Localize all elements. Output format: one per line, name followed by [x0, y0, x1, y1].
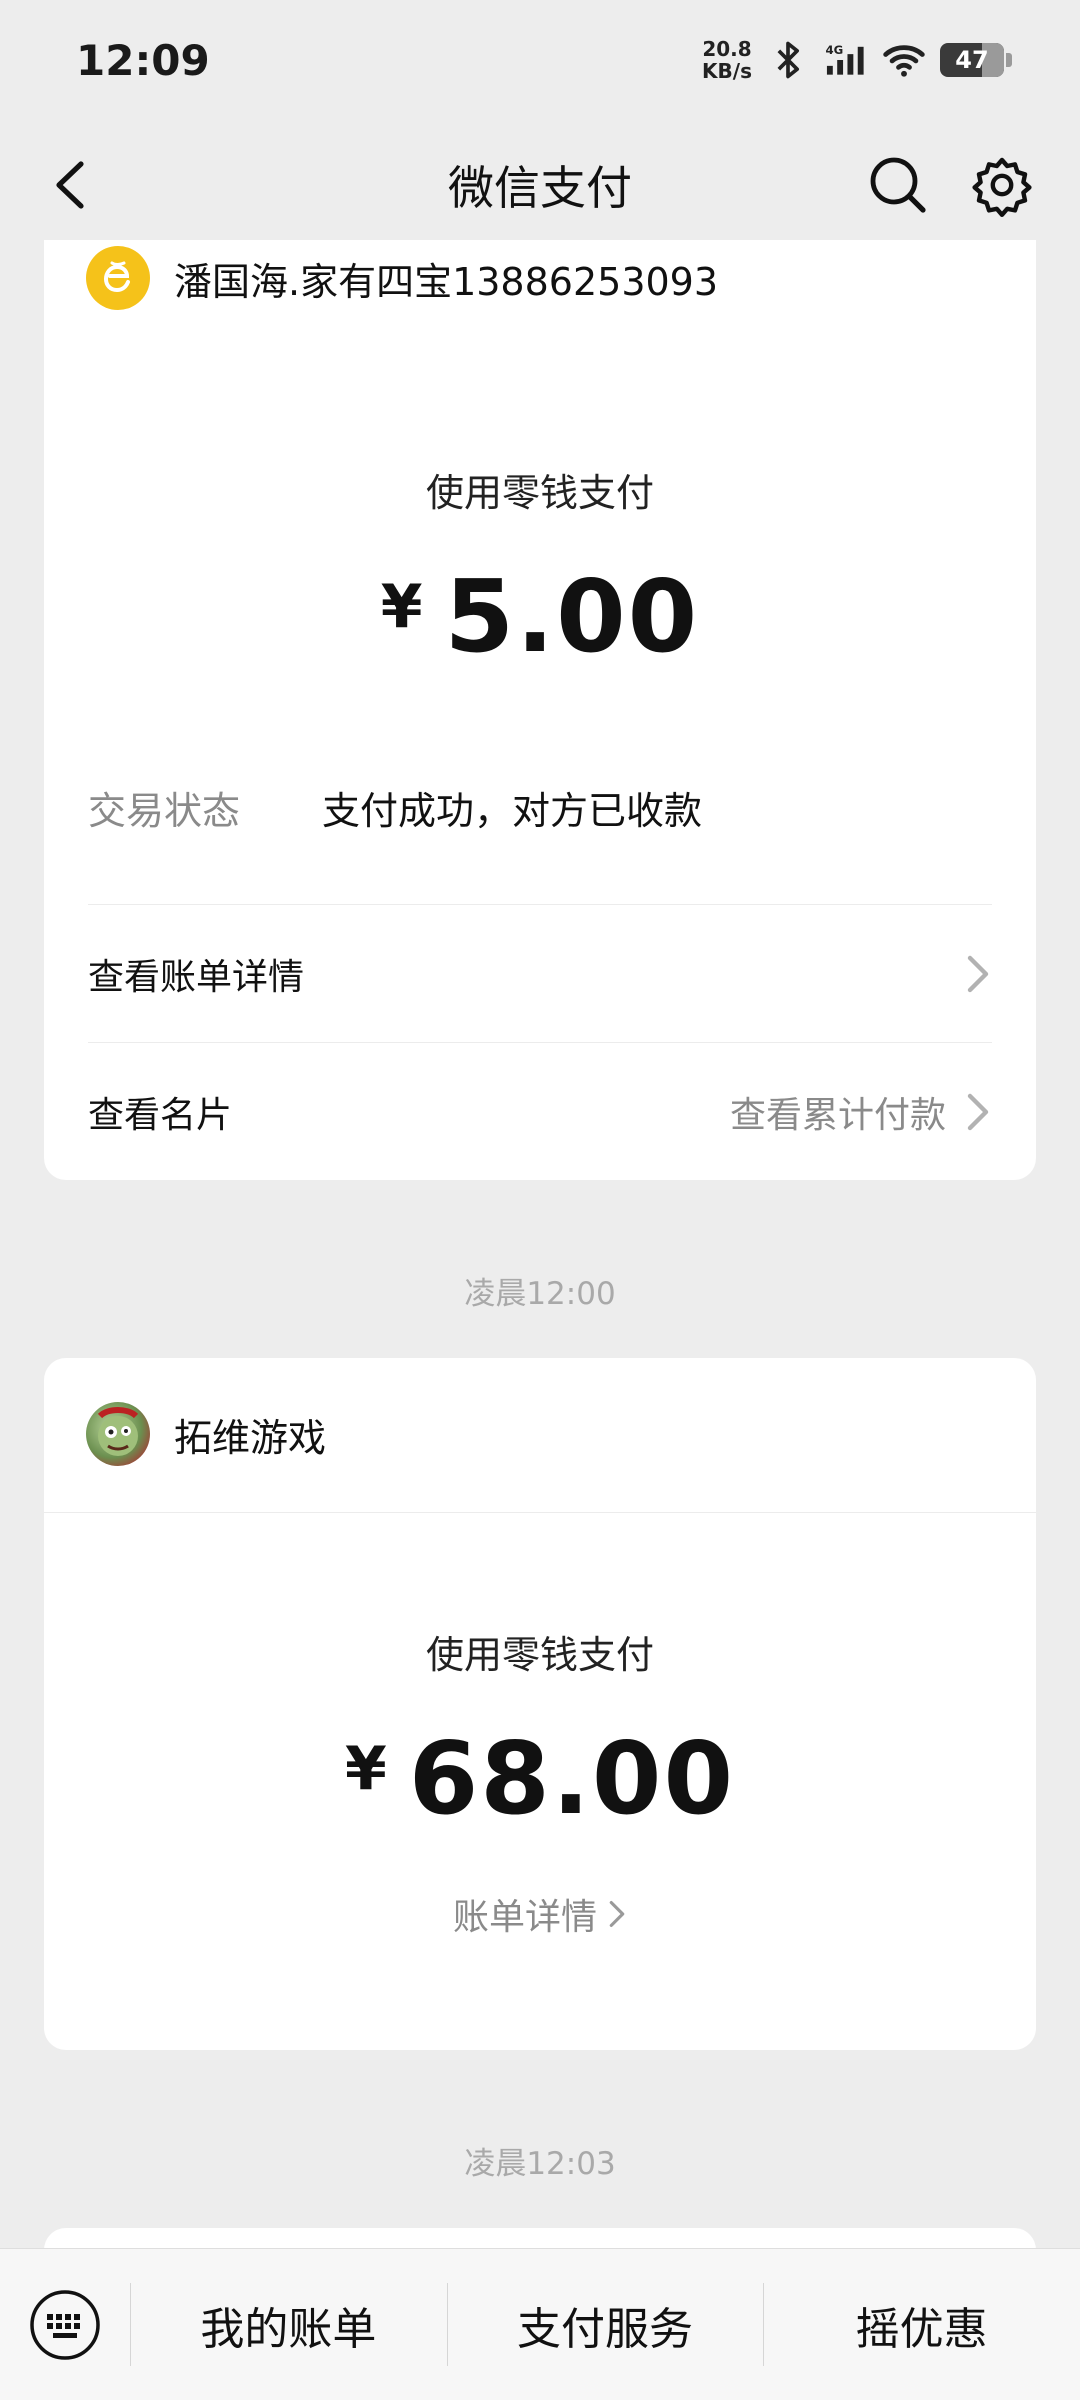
merchant-header[interactable]: 拓维游戏 — [86, 1402, 326, 1466]
merchant-header[interactable]: 潘国海.家有四宝13886253093 — [86, 246, 718, 310]
page-title: 微信支付 — [448, 161, 632, 215]
row-label: 查看账单详情 — [88, 956, 305, 998]
payment-method: 使用零钱支付 — [425, 471, 654, 515]
divider — [44, 1512, 1036, 1513]
currency-symbol: ¥ — [380, 572, 423, 642]
network-speed-value: 20.8 — [702, 37, 752, 61]
row-right-text: 查看累计付款 — [729, 1094, 946, 1136]
merchant-avatar — [86, 1402, 150, 1466]
currency-symbol: ¥ — [344, 1734, 387, 1804]
status-icons: 20.8 KB/s 4G 47 — [702, 38, 1012, 82]
keyboard-icon — [30, 2289, 100, 2360]
back-arrow-icon — [56, 161, 84, 209]
payment-amount: ¥ 5.00 — [44, 562, 1036, 672]
nav-bar: 微信支付 — [0, 120, 1080, 250]
amount-value: 5.00 — [444, 558, 700, 675]
row-right — [946, 954, 992, 994]
status-value: 支付成功，对方已收款 — [322, 789, 703, 833]
transaction-card: 潘国海.家有四宝13886253093 使用零钱支付 ¥ 5.00 交易状态 支… — [44, 240, 1036, 1180]
merchant-logo-icon — [86, 246, 150, 310]
timestamp: 凌晨12:00 — [464, 1276, 616, 1312]
payment-method: 使用零钱支付 — [425, 1633, 654, 1677]
view-bill-details-row[interactable]: 查看账单详情 — [88, 904, 992, 1042]
bottom-bar: 我的账单 支付服务 摇优惠 — [0, 2248, 1080, 2400]
status-bar: 12:09 20.8 KB/s 4G 47 — [0, 0, 1080, 120]
battery-level: 47 — [955, 46, 989, 74]
search-icon[interactable] — [866, 153, 930, 217]
chevron-right-icon — [609, 1901, 625, 1928]
timestamp: 凌晨12:03 — [464, 2146, 616, 2182]
signal-label: 4G — [825, 43, 843, 57]
chevron-right-icon — [967, 1093, 989, 1130]
merchant-name: 拓维游戏 — [174, 1415, 327, 1460]
merchant-name: 潘国海.家有四宝13886253093 — [174, 259, 719, 304]
gear-icon[interactable] — [970, 153, 1034, 217]
network-speed-unit: KB/s — [702, 59, 752, 83]
tab-my-bills[interactable]: 我的账单 — [130, 2249, 447, 2400]
battery-indicator: 47 — [940, 43, 1012, 77]
status-label: 交易状态 — [88, 789, 241, 833]
transaction-card: 拓维游戏 使用零钱支付 ¥ 68.00 账单详情 — [44, 1358, 1036, 2050]
bluetooth-icon — [777, 41, 799, 79]
row-label: 查看名片 — [88, 1094, 233, 1136]
back-button[interactable] — [40, 155, 100, 215]
zombie-avatar-icon — [97, 1407, 139, 1456]
status-time: 12:09 — [76, 35, 210, 85]
bill-details-link[interactable]: 账单详情 — [44, 1888, 1036, 1940]
amount-value: 68.00 — [408, 1720, 736, 1837]
cellular-signal-icon: 4G — [825, 43, 864, 75]
bill-details-label: 账单详情 — [452, 1897, 597, 1938]
transaction-status: 交易状态 支付成功，对方已收款 — [88, 780, 702, 835]
keyboard-toggle-button[interactable] — [0, 2249, 130, 2400]
tab-payment-services[interactable]: 支付服务 — [446, 2249, 764, 2400]
view-business-card-row[interactable]: 查看名片 查看累计付款 — [88, 1042, 992, 1180]
tab-shake-deals[interactable]: 摇优惠 — [763, 2249, 1080, 2400]
payment-amount: ¥ 68.00 — [44, 1724, 1036, 1834]
network-speed: 20.8 KB/s — [702, 38, 752, 82]
chevron-right-icon — [967, 955, 989, 992]
view-cumulative-payments-link[interactable]: 查看累计付款 — [730, 1086, 992, 1138]
wifi-icon — [883, 45, 925, 77]
